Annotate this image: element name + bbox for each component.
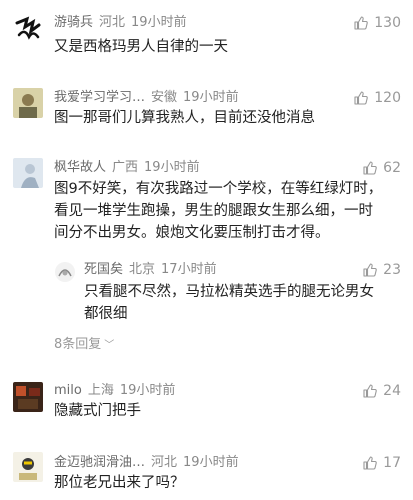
user-location: 广西	[112, 160, 139, 175]
comment-text-line: 间分不出男女。娘炮文化要压制打击才得。	[54, 225, 330, 241]
like-count: 17	[383, 455, 401, 471]
comment-time: 19小时前	[119, 383, 176, 398]
like-count: 120	[374, 90, 401, 106]
avatar[interactable]	[13, 382, 43, 412]
like-button[interactable]: 130	[353, 14, 401, 32]
comment-time: 19小时前	[183, 90, 239, 105]
reply-text-line: 都很细	[84, 306, 128, 322]
thumbs-up-icon	[363, 161, 377, 175]
more-replies-label: 8条回复	[54, 337, 102, 352]
comment-meta: 枫华故人 广西 19小时前	[54, 159, 200, 177]
reply-avatar[interactable]	[55, 262, 75, 282]
reply-like-button[interactable]: 23	[362, 261, 401, 279]
reply-text: 只看腿不尽然，马拉松精英选手的腿无论男女 都很细	[84, 281, 404, 325]
reply-meta: 死国矣 北京 17小时前	[84, 261, 217, 279]
thumbs-up-icon	[363, 263, 377, 277]
thumbs-up-icon	[363, 456, 377, 470]
thumbs-up-icon	[354, 16, 369, 30]
comment-meta: milo 上海 19小时前	[54, 382, 175, 400]
user-location: 河北	[151, 455, 178, 470]
like-count: 24	[383, 383, 401, 399]
like-button[interactable]: 17	[362, 454, 401, 472]
reply-location: 北京	[129, 262, 156, 277]
thumbs-up-icon	[354, 91, 369, 105]
like-button[interactable]: 120	[353, 89, 401, 107]
chevron-down-icon: ﹀	[104, 340, 115, 351]
user-location: 上海	[87, 383, 114, 398]
user-name[interactable]: 枫华故人	[54, 160, 106, 175]
user-name[interactable]: 游骑兵	[54, 15, 93, 30]
comment-time: 19小时前	[183, 455, 239, 470]
user-name[interactable]: milo	[54, 383, 82, 398]
more-replies-link[interactable]: 8条回复 ﹀	[54, 336, 114, 354]
comment-meta: 我爱学习学习… 安徽 19小时前	[54, 89, 239, 107]
thumbs-up-icon	[363, 384, 377, 398]
like-count: 130	[374, 15, 401, 31]
comment-text: 隐藏式门把手	[54, 403, 141, 419]
comment-meta: 金迈驰润滑油… 河北 19小时前	[54, 454, 239, 472]
comment-text-line: 看见一堆学生跑操，男生的腿跟女生那么细，一时	[54, 203, 373, 219]
user-name[interactable]: 金迈驰润滑油…	[54, 455, 145, 470]
comment-time: 19小时前	[144, 160, 200, 175]
avatar[interactable]	[13, 88, 43, 118]
comment-time: 19小时前	[131, 15, 187, 30]
avatar[interactable]	[13, 158, 43, 188]
comment-text-line: 图9不好笑，有次我路过一个学校，在等红绿灯时，	[54, 181, 383, 197]
user-location: 安徽	[151, 90, 178, 105]
comment-text: 图一那哥们儿算我熟人，目前还没他消息	[54, 110, 315, 126]
user-name[interactable]: 我爱学习学习…	[54, 90, 145, 105]
reply-user-name[interactable]: 死国矣	[84, 262, 123, 277]
comment-text: 图9不好笑，有次我路过一个学校，在等红绿灯时， 看见一堆学生跑操，男生的腿跟女生…	[54, 178, 399, 244]
like-button[interactable]: 62	[362, 159, 401, 177]
like-count: 23	[383, 262, 401, 278]
avatar[interactable]	[13, 13, 43, 43]
like-button[interactable]: 24	[362, 382, 401, 400]
reply-text-line: 只看腿不尽然，马拉松精英选手的腿无论男女	[84, 284, 374, 300]
avatar[interactable]	[13, 452, 43, 482]
user-location: 河北	[99, 15, 126, 30]
comment-text: 那位老兄出来了吗？	[54, 475, 185, 491]
comment-text: 又是西格玛男人自律的一天	[54, 39, 228, 55]
like-count: 62	[383, 160, 401, 176]
reply-time: 17小时前	[161, 262, 217, 277]
comment-meta: 游骑兵 河北 19小时前	[54, 14, 187, 32]
